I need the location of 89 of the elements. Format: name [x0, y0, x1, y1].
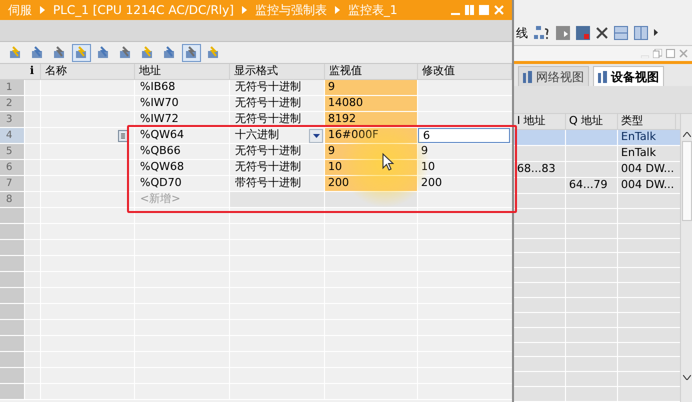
close-icon[interactable]: [596, 26, 608, 38]
toolbar-glyph-icon: [140, 46, 154, 60]
format-cell-text: 带符号十进制: [235, 175, 301, 192]
column-header[interactable]: 监视值: [325, 64, 418, 79]
view-tab[interactable]: 设备视图: [593, 66, 664, 86]
row-number[interactable]: 8: [0, 192, 25, 207]
modify-value-cell-text: 9: [420, 143, 429, 160]
restore-icon[interactable]: [465, 5, 474, 15]
monitor-value-cell-text: 10: [328, 159, 342, 176]
breadcrumb-arrow-icon: [40, 6, 45, 14]
column-header[interactable]: 显示格式: [230, 64, 325, 79]
row-number[interactable]: 3: [0, 112, 25, 127]
format-cell-text: 无符号十进制: [235, 79, 301, 96]
toolbar-glyph-icon: [184, 46, 198, 60]
device-row[interactable]: 68...83 004 DW...: [514, 162, 680, 178]
vertical-scrollbar[interactable]: [680, 114, 692, 402]
device-row[interactable]: EnTalk: [514, 146, 680, 162]
view-icon: [523, 70, 533, 82]
modify-value-field[interactable]: 6: [418, 128, 510, 143]
address-cell-text: %IW70: [140, 95, 179, 112]
toolbar-button[interactable]: [182, 44, 201, 62]
more-arrow-icon[interactable]: [654, 29, 658, 36]
monitor-value-cell-text: 9: [328, 143, 335, 160]
breadcrumb-arrow-icon: [242, 6, 247, 14]
scroll-up-icon[interactable]: [682, 132, 690, 137]
address-cell-text: %QD70: [140, 175, 182, 192]
network-help-icon[interactable]: [534, 26, 550, 40]
toolbar-glyph-icon: [30, 46, 44, 60]
breadcrumb-arrow-icon: [334, 6, 340, 14]
toolbar-glyph-icon: [206, 46, 220, 60]
view-tab[interactable]: 网络视图: [518, 66, 589, 86]
split-vertical-icon[interactable]: [634, 26, 648, 40]
column-header[interactable]: i: [0, 64, 41, 79]
caret-icon: [312, 134, 320, 138]
split-horizontal-icon[interactable]: [614, 26, 628, 40]
row-number[interactable]: 2: [0, 96, 25, 111]
panel-stop-icon[interactable]: [576, 26, 590, 40]
format-cell-text: 无符号十进制: [235, 159, 301, 176]
address-cell-text: %IW72: [140, 111, 179, 128]
monitor-value-cell-text: 9: [328, 79, 335, 96]
i-address-cell-text: 68...83: [517, 161, 556, 178]
format-cell-text: 无符号十进制: [235, 111, 301, 128]
row-handle-icon[interactable]: [118, 130, 128, 142]
toolbar-button[interactable]: [72, 44, 91, 62]
toolbar-glyph-icon: [74, 46, 88, 60]
type-cell-text: 004 DW...: [621, 177, 674, 194]
restore-icon[interactable]: [653, 49, 662, 58]
scroll-thumb[interactable]: [682, 141, 692, 221]
monitor-value-cell-text: 200: [328, 175, 349, 192]
type-cell-text: EnTalk: [621, 129, 656, 146]
column-header[interactable]: 名称: [41, 64, 135, 79]
type-cell-text: 004 DW...: [621, 161, 674, 178]
column-header[interactable]: Q 地址: [566, 114, 618, 129]
toolbar-glyph-icon: [96, 46, 110, 60]
scroll-down-icon[interactable]: [682, 375, 690, 380]
view-icon: [598, 70, 608, 82]
column-header[interactable]: I 地址: [514, 114, 566, 129]
address-cell-text: %IB68: [140, 79, 176, 96]
row-number[interactable]: 4: [0, 128, 25, 143]
toolbar-glyph-icon: [118, 46, 132, 60]
toolbar-glyph-icon: [8, 46, 22, 60]
modify-value-cell-text: 200: [420, 175, 443, 192]
column-header[interactable]: 类型: [618, 114, 676, 129]
monitor-value-cell-text: 8192: [328, 111, 356, 128]
dropdown-button[interactable]: [309, 128, 323, 142]
format-cell-text: 无符号十进制: [235, 143, 301, 160]
device-row[interactable]: 64...79 004 DW...: [514, 178, 680, 194]
column-header[interactable]: 修改值: [418, 64, 512, 79]
monitor-value-cell-text: 14080: [328, 95, 363, 112]
row-number[interactable]: 5: [0, 144, 25, 159]
toolbar-label: 线: [516, 24, 528, 42]
row-number[interactable]: 1: [0, 80, 25, 95]
device-row[interactable]: EnTalk: [514, 130, 680, 146]
toolbar-glyph-icon: [52, 46, 66, 60]
row-number[interactable]: 7: [0, 176, 25, 191]
maximize-icon[interactable]: [666, 49, 675, 58]
address-cell-text: %QW64: [140, 127, 184, 144]
panel-play-icon[interactable]: [556, 26, 570, 40]
format-cell-text: 无符号十进制: [235, 95, 301, 112]
q-address-cell-text: 64...79: [569, 177, 608, 194]
row-number[interactable]: 6: [0, 160, 25, 175]
address-cell-text: %QB66: [140, 143, 181, 160]
toolbar-glyph-icon: [162, 46, 176, 60]
monitor-value-cell-text: 16#000F: [328, 127, 379, 144]
modify-value-cell-text: 10: [420, 159, 436, 176]
format-cell-text: 十六进制: [235, 127, 279, 144]
type-cell-text: EnTalk: [621, 145, 656, 162]
address-cell-text: %QW68: [140, 159, 184, 176]
column-header[interactable]: 地址: [135, 64, 230, 79]
